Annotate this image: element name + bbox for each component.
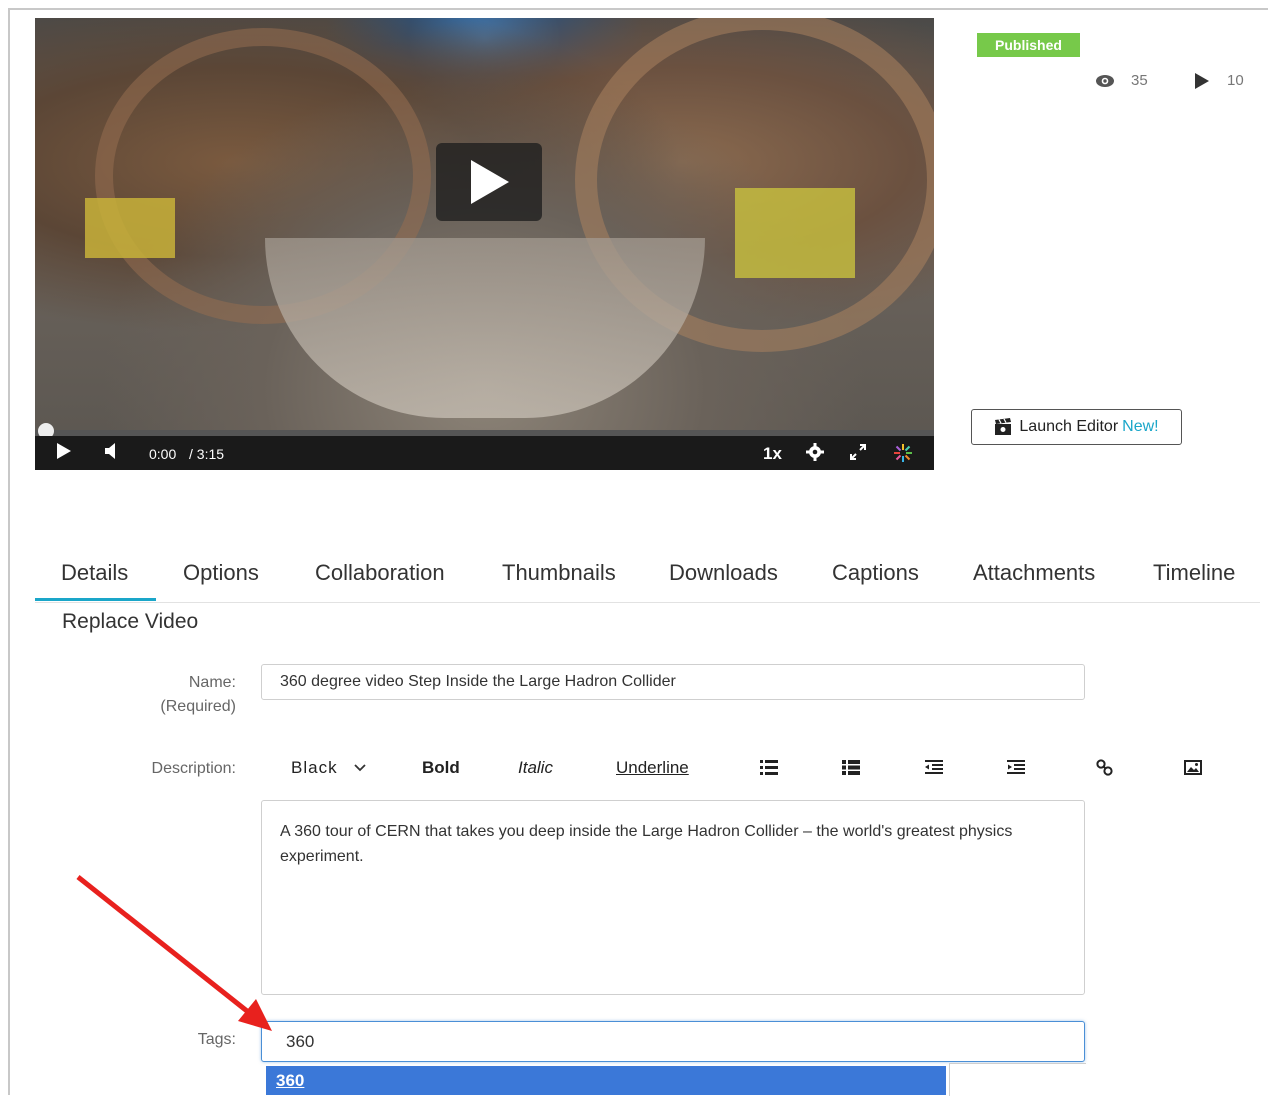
text-color-select[interactable]: Black	[291, 758, 366, 778]
play-button[interactable]	[57, 443, 71, 459]
outdent-icon	[925, 760, 943, 774]
tag-suggestion-label: 360	[276, 1071, 305, 1090]
play-icon	[57, 443, 71, 459]
tags-label: Tags:	[197, 1031, 236, 1048]
description-label: Description:	[151, 760, 236, 777]
link-button[interactable]	[1096, 759, 1113, 776]
bold-button[interactable]: Bold	[422, 758, 460, 778]
replace-video-link[interactable]: Replace Video	[62, 610, 198, 634]
gear-icon	[806, 443, 824, 461]
tags-input[interactable]	[261, 1021, 1085, 1062]
play-icon	[471, 160, 509, 204]
eye-icon	[1096, 74, 1114, 87]
name-required-label: (Required)	[160, 698, 236, 715]
sparkle-logo-icon	[894, 444, 912, 462]
description-editor[interactable]: A 360 tour of CERN that takes you deep i…	[261, 800, 1085, 995]
tab-attachments[interactable]: Attachments	[973, 560, 1095, 586]
underline-button[interactable]: Underline	[616, 758, 689, 778]
scissor-lift-right	[735, 188, 855, 278]
frame-border-left	[8, 8, 10, 1095]
expand-icon	[850, 444, 866, 460]
play-icon	[1195, 72, 1209, 89]
tab-downloads[interactable]: Downloads	[669, 560, 778, 586]
numbered-list-button[interactable]	[842, 760, 860, 775]
bullet-list-icon	[760, 760, 778, 775]
current-time: 0:00	[149, 446, 177, 462]
adjacent-field-edge	[949, 1063, 1086, 1096]
tab-timeline[interactable]: Timeline	[1153, 560, 1235, 586]
tab-thumbnails[interactable]: Thumbnails	[502, 560, 616, 586]
bullet-list-button[interactable]	[760, 760, 778, 775]
tab-details[interactable]: Details	[61, 560, 128, 586]
views-stat: 35	[1095, 72, 1148, 89]
duration: / 3:15	[189, 446, 225, 462]
video-frame-360-scene	[35, 18, 934, 430]
name-label: Name:	[188, 674, 236, 691]
italic-button[interactable]: Italic	[518, 758, 553, 778]
tab-captions[interactable]: Captions	[832, 560, 919, 586]
speed-button[interactable]: 1x	[763, 444, 782, 464]
image-button[interactable]	[1184, 760, 1202, 775]
image-icon	[1184, 760, 1202, 775]
tag-suggestion-item[interactable]: 360	[266, 1066, 946, 1095]
views-count: 35	[1131, 72, 1148, 89]
name-input[interactable]	[261, 664, 1085, 700]
numbered-list-icon	[842, 760, 860, 775]
link-icon	[1096, 759, 1113, 776]
settings-button[interactable]	[806, 443, 824, 461]
player-controls: 0:00 / 3:15 1x	[35, 436, 934, 470]
detector-floor	[265, 238, 705, 418]
indent-icon	[1007, 760, 1025, 774]
chevron-down-icon	[353, 764, 366, 772]
launch-editor-button[interactable]: Launch Editor New!	[971, 409, 1182, 445]
video-player[interactable]: 0:00 / 3:15 1x	[35, 18, 934, 470]
frame-border-top	[8, 8, 1268, 10]
active-tab-indicator	[35, 598, 156, 601]
outdent-button[interactable]	[925, 760, 943, 775]
clapperboard-icon	[995, 418, 1012, 435]
tab-bar: Details Options Collaboration Thumbnails…	[35, 556, 1260, 603]
launch-editor-label: Launch Editor	[1019, 418, 1119, 435]
tab-collaboration[interactable]: Collaboration	[315, 560, 445, 586]
text-color-value: Black	[291, 758, 338, 777]
plays-count: 10	[1227, 72, 1244, 89]
fullscreen-button[interactable]	[849, 443, 867, 461]
new-label: New!	[1122, 418, 1159, 435]
published-badge: Published	[977, 33, 1080, 57]
plays-stat: 10	[1195, 72, 1244, 89]
big-play-button[interactable]	[436, 143, 542, 221]
indent-button[interactable]	[1007, 760, 1025, 775]
volume-button[interactable]	[105, 443, 117, 459]
volume-icon	[105, 443, 115, 459]
scissor-lift-left	[85, 198, 175, 258]
brand-logo-button[interactable]	[893, 443, 913, 463]
tab-options[interactable]: Options	[183, 560, 259, 586]
